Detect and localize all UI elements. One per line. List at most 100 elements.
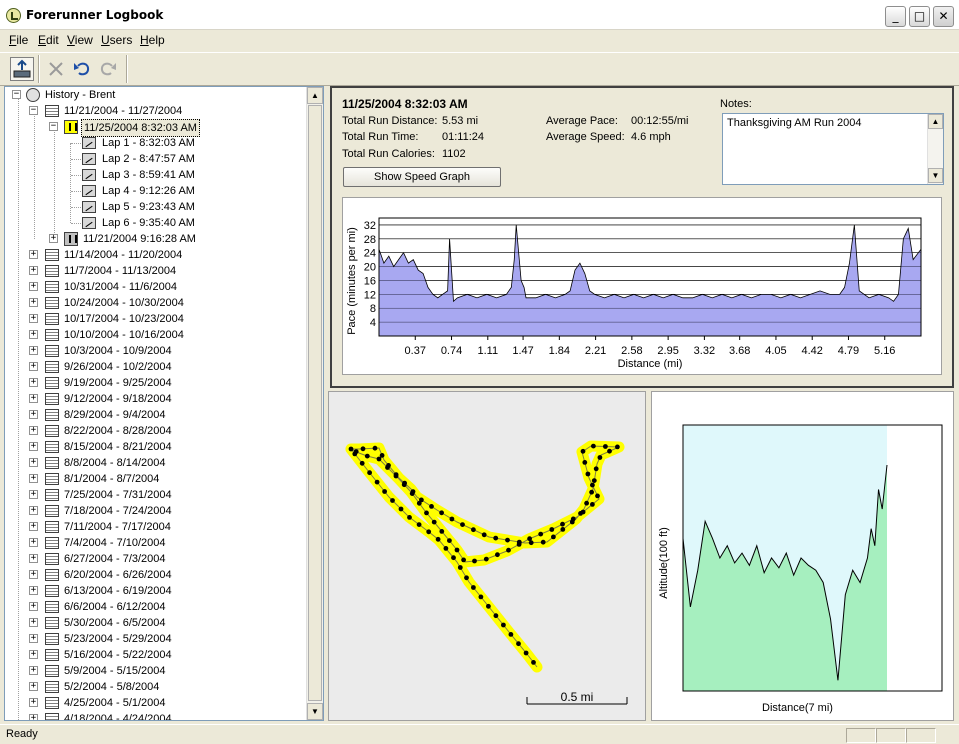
title-bar: Forerunner Logbook _ □ ✕ bbox=[0, 0, 959, 30]
expand-toggle[interactable]: + bbox=[29, 330, 38, 339]
x-tick-label: 5.16 bbox=[874, 345, 895, 357]
expand-toggle[interactable]: + bbox=[29, 634, 38, 643]
close-button[interactable]: ✕ bbox=[933, 6, 954, 27]
expand-toggle[interactable]: + bbox=[29, 394, 38, 403]
show-speed-graph-button[interactable]: Show Speed Graph bbox=[343, 167, 501, 187]
menu-users[interactable]: Users bbox=[101, 33, 132, 47]
expand-toggle[interactable]: + bbox=[29, 474, 38, 483]
route-point bbox=[508, 632, 514, 637]
route-point bbox=[376, 456, 382, 462]
expand-toggle[interactable]: + bbox=[29, 298, 38, 307]
history-tree[interactable]: − History - Brent − 11/21/2004 - 11/27/2… bbox=[4, 86, 324, 721]
menu-view-mnemonic: V bbox=[67, 33, 75, 47]
y-tick-label: 12 bbox=[364, 289, 376, 301]
status-text: Ready bbox=[6, 728, 38, 740]
notes-text: Thanksgiving AM Run 2004 bbox=[727, 117, 862, 129]
expand-toggle[interactable]: + bbox=[29, 618, 38, 627]
status-pane bbox=[846, 728, 876, 743]
menu-view[interactable]: View bbox=[67, 33, 93, 47]
lap-icon bbox=[82, 185, 96, 197]
calendar-icon bbox=[45, 393, 59, 405]
calendar-icon bbox=[45, 249, 59, 261]
expand-toggle[interactable]: + bbox=[29, 410, 38, 419]
route-point bbox=[580, 448, 586, 454]
redo-button[interactable] bbox=[96, 57, 120, 81]
lap-icon bbox=[82, 201, 96, 213]
x-tick-label: 0.37 bbox=[405, 345, 426, 357]
expand-toggle[interactable]: + bbox=[29, 650, 38, 659]
expand-toggle[interactable]: + bbox=[29, 666, 38, 675]
expand-toggle[interactable]: + bbox=[29, 586, 38, 595]
expand-toggle[interactable]: + bbox=[29, 570, 38, 579]
expand-toggle[interactable]: + bbox=[49, 234, 58, 243]
route-point bbox=[374, 479, 380, 485]
route-point bbox=[478, 594, 484, 600]
notes-scroll-up-button[interactable]: ▲ bbox=[928, 114, 943, 129]
y-tick-label: 8 bbox=[370, 303, 376, 315]
collapse-toggle[interactable]: − bbox=[49, 122, 58, 131]
expand-toggle[interactable]: + bbox=[29, 266, 38, 275]
route-point bbox=[359, 460, 365, 466]
calendar-icon bbox=[45, 265, 59, 277]
maximize-button[interactable]: □ bbox=[909, 6, 930, 27]
receive-from-device-button[interactable] bbox=[10, 57, 34, 81]
menu-file[interactable]: File bbox=[9, 33, 28, 47]
scroll-thumb[interactable] bbox=[308, 105, 322, 701]
expand-toggle[interactable]: + bbox=[29, 714, 38, 720]
route-point bbox=[401, 482, 407, 488]
tree-run-label: 11/21/2004 9:16:28 AM bbox=[83, 233, 196, 245]
expand-toggle[interactable]: + bbox=[29, 490, 38, 499]
tree-week-label: 10/31/2004 - 11/6/2004 bbox=[64, 281, 177, 293]
route-map-panel[interactable]: 0.5 mi bbox=[328, 391, 646, 721]
tree-guide-line bbox=[18, 95, 19, 720]
notes-scrollbar[interactable]: ▲ ▼ bbox=[927, 114, 943, 184]
minimize-button[interactable]: _ bbox=[885, 6, 906, 27]
menu-file-label: ile bbox=[16, 33, 29, 47]
delete-button[interactable] bbox=[44, 57, 68, 81]
expand-toggle[interactable]: + bbox=[29, 682, 38, 691]
expand-toggle[interactable]: + bbox=[29, 538, 38, 547]
notes-textarea[interactable]: Thanksgiving AM Run 2004 ▲ ▼ bbox=[722, 113, 944, 185]
route-point bbox=[582, 460, 588, 465]
undo-button[interactable] bbox=[70, 57, 94, 81]
expand-toggle[interactable]: + bbox=[29, 522, 38, 531]
tree-guide-line bbox=[71, 191, 81, 192]
expand-toggle[interactable]: + bbox=[29, 442, 38, 451]
expand-toggle[interactable]: + bbox=[29, 506, 38, 515]
menu-edit[interactable]: Edit bbox=[38, 33, 59, 47]
expand-toggle[interactable]: + bbox=[29, 250, 38, 259]
y-tick-label: 4 bbox=[370, 317, 376, 329]
toolbar bbox=[0, 52, 959, 86]
notes-scroll-down-button[interactable]: ▼ bbox=[928, 168, 943, 183]
route-point bbox=[447, 538, 452, 543]
menu-help-mnemonic: H bbox=[140, 33, 149, 47]
x-tick-label: 1.11 bbox=[477, 345, 498, 357]
expand-toggle[interactable]: + bbox=[29, 426, 38, 435]
expand-toggle[interactable]: + bbox=[29, 346, 38, 355]
y-axis-label: Pace (minutes per mi) bbox=[346, 227, 358, 335]
scroll-down-button[interactable]: ▼ bbox=[307, 703, 323, 720]
expand-toggle[interactable]: + bbox=[29, 458, 38, 467]
tree-week-label: 10/24/2004 - 10/30/2004 bbox=[64, 297, 184, 309]
tree-lap-label: Lap 1 - 8:32:03 AM bbox=[102, 137, 195, 149]
menu-view-label: iew bbox=[74, 33, 93, 47]
collapse-toggle[interactable]: − bbox=[29, 106, 38, 115]
route-point bbox=[451, 555, 456, 561]
menu-help[interactable]: Help bbox=[140, 33, 165, 47]
expand-toggle[interactable]: + bbox=[29, 554, 38, 563]
route-point bbox=[471, 585, 476, 590]
expand-toggle[interactable]: + bbox=[29, 698, 38, 707]
pace-value: 00:12:55/mi bbox=[631, 115, 689, 127]
expand-toggle[interactable]: + bbox=[29, 314, 38, 323]
expand-toggle[interactable]: + bbox=[29, 378, 38, 387]
calendar-icon bbox=[45, 345, 59, 357]
calendar-icon bbox=[45, 585, 59, 597]
expand-toggle[interactable]: + bbox=[29, 362, 38, 371]
collapse-toggle[interactable]: − bbox=[12, 90, 21, 99]
scroll-up-button[interactable]: ▲ bbox=[307, 87, 323, 104]
expand-toggle[interactable]: + bbox=[29, 602, 38, 611]
tree-scrollbar[interactable]: ▲ ▼ bbox=[306, 87, 323, 720]
route-point bbox=[360, 446, 366, 452]
route-point bbox=[593, 466, 599, 472]
expand-toggle[interactable]: + bbox=[29, 282, 38, 291]
